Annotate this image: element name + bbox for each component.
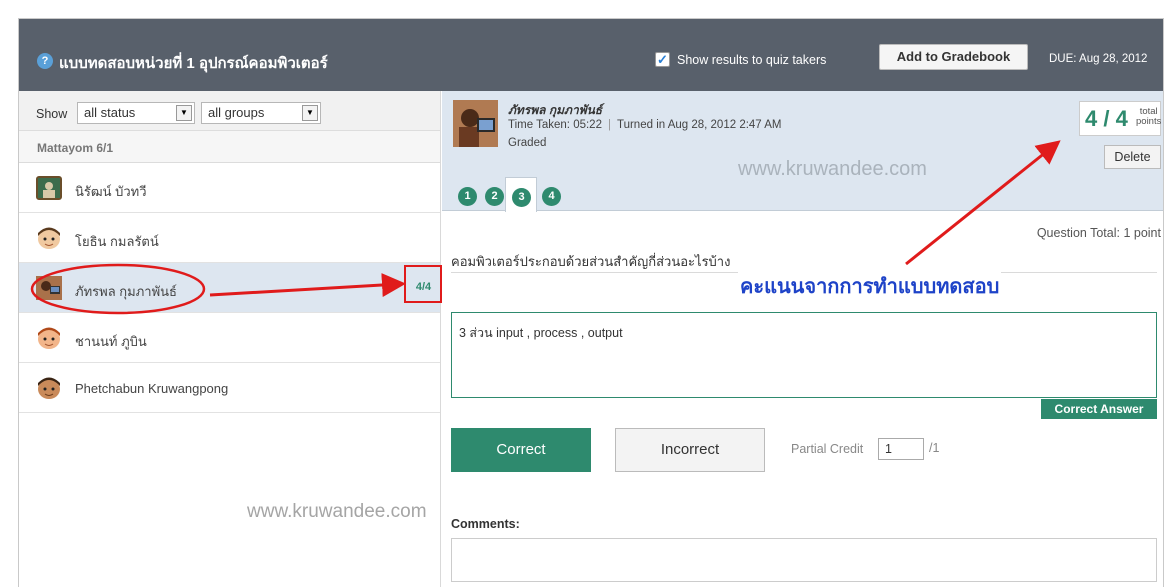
student-row[interactable]: Phetchabun Kruwangpong: [19, 363, 440, 413]
class-group-header: Mattayom 6/1: [19, 131, 440, 163]
student-row-selected[interactable]: ภัทรพล กุมภาพันธ์ 4/4: [19, 263, 440, 313]
class-name: Mattayom 6/1: [37, 141, 114, 155]
watermark: www.kruwandee.com: [247, 501, 427, 522]
tab-number: 3: [512, 188, 531, 207]
partial-credit-max: /1: [929, 441, 940, 455]
add-to-gradebook-button[interactable]: Add to Gradebook: [879, 44, 1028, 70]
partial-credit-input[interactable]: 1: [878, 438, 924, 460]
score-badge: 4/4: [415, 281, 432, 293]
checkbox-checked-icon[interactable]: ✓: [655, 52, 670, 67]
grading-window: ? แบบทดสอบหน่วยที่ 1 อุปกรณ์คอมพิวเตอร์ …: [18, 18, 1164, 587]
chevron-down-icon[interactable]: ▼: [176, 105, 192, 121]
avatar: [36, 276, 62, 300]
student-name: Phetchabun Kruwangpong: [75, 381, 229, 396]
turned-in: Turned in Aug 28, 2012 2:47 AM: [616, 119, 782, 131]
comments-field[interactable]: [451, 538, 1157, 582]
student-answer-box: 3 ส่วน input , process , output: [451, 312, 1157, 398]
status-filter-value: all status: [84, 105, 136, 120]
due-date: DUE: Aug 28, 2012: [1049, 53, 1148, 65]
student-list-panel: Show all status ▼ all groups ▼ Mattayom …: [19, 91, 441, 587]
quiz-title: แบบทดสอบหน่วยที่ 1 อุปกรณ์คอมพิวเตอร์: [59, 55, 328, 72]
student-name: ชานนท์ ภูบิน: [75, 334, 147, 349]
mark-correct-button[interactable]: Correct: [451, 428, 591, 472]
partial-credit-label: Partial Credit: [791, 442, 864, 456]
avatar: [453, 100, 498, 147]
quiz-header: ? แบบทดสอบหน่วยที่ 1 อุปกรณ์คอมพิวเตอร์ …: [19, 19, 1163, 91]
filter-bar: Show all status ▼ all groups ▼: [19, 91, 440, 131]
comments-label: Comments:: [451, 517, 520, 531]
student-name: นิรัฒน์ บัวทวี: [75, 184, 147, 199]
question-text: คอมพิวเตอร์ประกอบด้วยส่วนสำคัญกี่ส่วนอะไ…: [451, 254, 731, 269]
submission-meta: Time Taken: 05:22 | Turned in Aug 28, 2012…: [508, 119, 782, 131]
total-points-box: 4 / 4 total points: [1079, 101, 1161, 136]
separator: |: [607, 119, 611, 131]
question-circle-icon[interactable]: ?: [37, 53, 53, 69]
groups-filter-value: all groups: [208, 105, 265, 120]
points-label: points: [1136, 116, 1162, 127]
chevron-down-icon[interactable]: ▼: [302, 105, 318, 121]
tab-question-3[interactable]: 3: [505, 177, 537, 212]
avatar: [36, 376, 62, 400]
student-row[interactable]: โยธิน กมลรัตน์: [19, 213, 440, 263]
groups-filter-select[interactable]: all groups ▼: [201, 102, 321, 124]
show-results-label: Show results to quiz takers: [677, 52, 827, 67]
avatar: [36, 326, 62, 350]
student-row[interactable]: ชานนท์ ภูบิน: [19, 313, 440, 363]
tab-question-4[interactable]: 4: [535, 177, 567, 211]
question-tabs: 1 2 3 4: [442, 177, 1163, 212]
show-label: Show: [36, 107, 68, 121]
avatar: [36, 176, 62, 200]
tab-number: 2: [485, 187, 504, 206]
delete-button[interactable]: Delete: [1104, 145, 1161, 169]
submission-detail-panel: ภัทรพล กุมภาพันธ์ Time Taken: 05:22 | Turn…: [442, 91, 1163, 587]
student-answer: 3 ส่วน input , process , output: [459, 326, 623, 340]
grading-status: Graded: [508, 137, 547, 149]
correct-answer-button[interactable]: Correct Answer: [1041, 399, 1157, 419]
student-name: ภัทรพล กุมภาพันธ์: [75, 284, 177, 299]
mark-incorrect-button[interactable]: Incorrect: [615, 428, 765, 472]
student-name: ภัทรพล กุมภาพันธ์: [508, 103, 603, 117]
annotation-caption: คะแนนจากการทำแบบทดสอบ: [738, 270, 1002, 302]
avatar: [36, 226, 62, 250]
total-points-value: 4 / 4: [1085, 106, 1128, 131]
show-results-toggle[interactable]: ✓ Show results to quiz takers: [655, 52, 826, 67]
tab-number: 4: [542, 187, 561, 206]
time-taken: Time Taken: 05:22: [508, 119, 602, 131]
total-points-label: total points: [1136, 107, 1161, 127]
student-row[interactable]: นิรัฒน์ บัวทวี: [19, 163, 440, 213]
status-filter-select[interactable]: all status ▼: [77, 102, 195, 124]
student-name: โยธิน กมลรัตน์: [75, 234, 159, 249]
question-total: Question Total: 1 point: [1036, 226, 1161, 240]
submission-header: ภัทรพล กุมภาพันธ์ Time Taken: 05:22 | Turn…: [442, 91, 1163, 212]
tab-number: 1: [458, 187, 477, 206]
